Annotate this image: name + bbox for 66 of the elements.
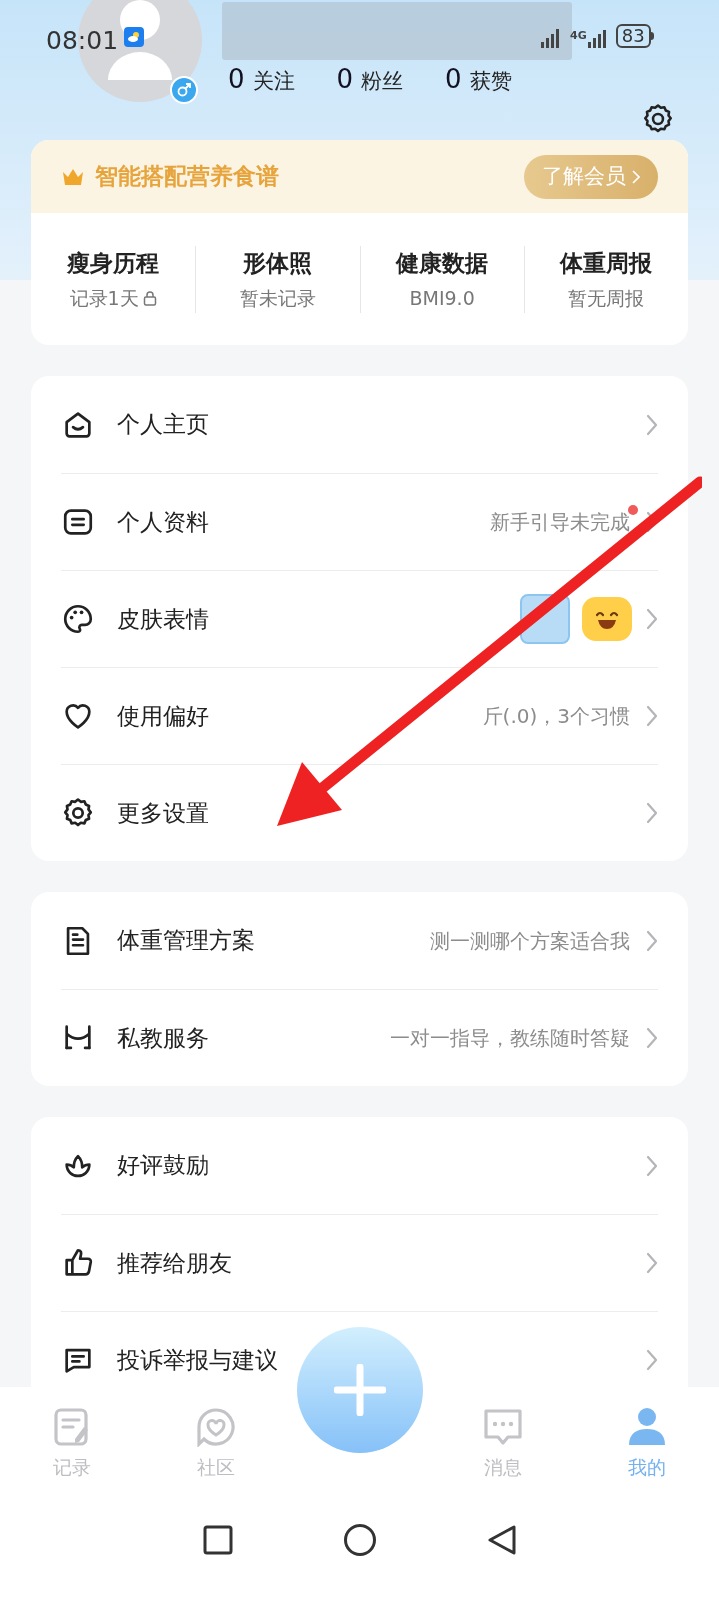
highlight-item[interactable]: 形体照 暂未记录 bbox=[195, 245, 360, 313]
highlight-item[interactable]: 瘦身历程 记录1天 bbox=[31, 245, 196, 313]
menu-label: 私教服务 bbox=[117, 1023, 210, 1053]
menu-item[interactable]: 个人主页 bbox=[61, 376, 658, 473]
stat-label: 粉丝 bbox=[361, 68, 404, 95]
chevron-right-icon bbox=[646, 608, 658, 630]
heart-bubble-icon bbox=[195, 1407, 236, 1447]
chevron-right-icon bbox=[646, 802, 658, 824]
stat-label: 获赞 bbox=[469, 68, 512, 95]
stat-value: 0 bbox=[336, 63, 354, 96]
menu-value: 测一测哪个方案适合我 bbox=[430, 928, 630, 953]
menu-value: 新手引导未完成 bbox=[490, 510, 630, 534]
menu-value: 斤(.0)，3个习惯 bbox=[482, 704, 630, 728]
person-icon bbox=[627, 1407, 668, 1447]
menu-label: 使用偏好 bbox=[117, 701, 210, 731]
highlight-subtitle: 记录1天 bbox=[69, 286, 139, 311]
network-label: 4G bbox=[570, 30, 587, 41]
highlight-title: 健康数据 bbox=[396, 248, 489, 278]
highlight-subtitle: 暂无周报 bbox=[568, 286, 645, 311]
home-button[interactable] bbox=[342, 1523, 377, 1557]
menu-label: 更多设置 bbox=[117, 798, 210, 828]
plus-icon bbox=[334, 1364, 386, 1416]
menu-label: 个人主页 bbox=[117, 410, 210, 440]
highlight-item[interactable]: 健康数据 BMI9.0 bbox=[359, 245, 524, 313]
menu-item[interactable]: 个人资料 新手引导未完成 bbox=[61, 473, 658, 570]
highlight-subtitle: 暂未记录 bbox=[239, 286, 316, 311]
chevron-right-icon bbox=[632, 169, 640, 184]
chevron-right-icon bbox=[646, 1252, 658, 1274]
clock: 08:01 bbox=[46, 25, 119, 57]
chevron-right-icon bbox=[646, 1154, 658, 1177]
stat-label: 关注 bbox=[252, 68, 295, 95]
highlight-subtitle: BMI9.0 bbox=[409, 286, 475, 311]
signal-icon bbox=[587, 30, 608, 48]
menu-item[interactable]: 好评鼓励 bbox=[61, 1117, 658, 1214]
menu-item[interactable]: 推荐给朋友 bbox=[61, 1214, 658, 1311]
menu-item[interactable]: 皮肤表情 bbox=[61, 570, 658, 667]
chevron-right-icon bbox=[646, 413, 658, 436]
highlight-item[interactable]: 体重周报 暂无周报 bbox=[523, 245, 688, 313]
chat-bubble-icon bbox=[483, 1407, 524, 1447]
palette-icon bbox=[61, 602, 95, 636]
back-button[interactable] bbox=[486, 1524, 517, 1556]
menu-item[interactable]: 私教服务 一对一指导，教练随时答疑 bbox=[61, 989, 658, 1086]
chevron-right-icon bbox=[646, 1349, 658, 1371]
vip-title: 智能搭配营养食谱 bbox=[95, 162, 280, 192]
chevron-right-icon bbox=[646, 929, 658, 952]
menu-label: 个人资料 bbox=[117, 507, 210, 537]
menu-item[interactable]: 使用偏好 斤(.0)，3个习惯 bbox=[61, 667, 658, 764]
stat-value: 0 bbox=[228, 63, 245, 96]
chevron-right-icon bbox=[646, 1027, 658, 1049]
weather-icon bbox=[124, 27, 144, 47]
signal-icon bbox=[540, 28, 562, 48]
menu-label: 推荐给朋友 bbox=[117, 1248, 233, 1278]
menu-label: 体重管理方案 bbox=[117, 926, 256, 956]
menu-label: 投诉举报与建议 bbox=[117, 1345, 279, 1375]
menu-label: 好评鼓励 bbox=[117, 1151, 210, 1181]
menu-label: 皮肤表情 bbox=[117, 604, 210, 634]
recent-apps-button[interactable] bbox=[202, 1525, 233, 1555]
emoji-thumbnail[interactable] bbox=[582, 597, 632, 641]
highlight-title: 瘦身历程 bbox=[67, 248, 160, 278]
chevron-right-icon bbox=[646, 705, 658, 727]
highlight-title: 形体照 bbox=[243, 248, 313, 278]
stat-value: 0 bbox=[445, 63, 462, 96]
menu-item[interactable]: 体重管理方案 测一测哪个方案适合我 bbox=[61, 892, 658, 989]
battery-indicator: 83 bbox=[615, 24, 651, 48]
menu-value: 一对一指导，教练随时答疑 bbox=[390, 1026, 630, 1050]
highlight-title: 体重周报 bbox=[560, 248, 653, 278]
